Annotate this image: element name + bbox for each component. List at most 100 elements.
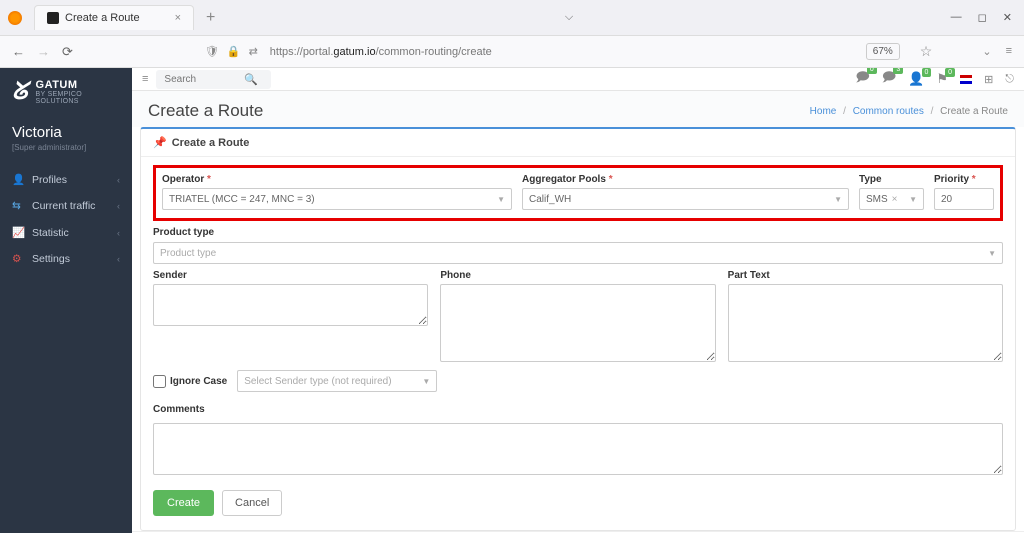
zoom-level[interactable]: 67% [866,43,900,60]
lock-icon[interactable]: 🔒 [227,45,241,58]
notif-4[interactable]: ⚑0 [936,71,948,87]
type-label: Type [859,174,924,185]
brand-logo-icon: ᘜ [12,78,28,106]
back-button[interactable]: ← [12,44,25,59]
user-name: Victoria [0,118,132,143]
pocket-icon[interactable]: ⌄ [982,45,991,58]
sidebar-item-label: Current traffic [32,200,95,212]
tabs-dropdown-icon[interactable]: ⌵ [565,11,573,24]
app-sidebar: ᘜ GATUM BY SEMPICO SOLUTIONS Victoria [S… [0,68,132,533]
hamburger-icon[interactable]: ≡ [142,73,148,85]
highlighted-fields: Operator * TRIATEL (MCC = 247, MNC = 3)▼… [153,165,1003,221]
profiles-icon: 👤 [12,173,24,186]
caret-down-icon: ▼ [909,195,917,204]
product-label: Product type [153,227,1003,238]
window-controls: — ◻ ✕ [951,11,1024,24]
reload-button[interactable]: ⟳ [62,44,73,60]
parttext-label: Part Text [728,270,1003,281]
comments-textarea[interactable] [153,423,1003,475]
type-select[interactable]: SMS×▼ [859,188,924,210]
settings-icon: ⚙ [12,253,24,265]
browser-tab-strip: Create a Route × + ⌵ — ◻ ✕ [0,0,1024,36]
product-select[interactable]: Product type▼ [153,242,1003,264]
forward-button[interactable]: → [37,44,50,59]
sidebar-item-label: Statistic [32,227,69,239]
pushpin-icon: 📌 [153,136,167,149]
shield-icon[interactable]: 🛡 [205,45,219,58]
sidebar-item-label: Settings [32,253,70,265]
brand-name: GATUM [36,79,120,91]
crumb-home[interactable]: Home [810,106,837,117]
bookmark-icon[interactable]: ☆ [920,43,933,60]
form-card: 📌 Create a Route Operator * TRIATEL (MCC… [140,127,1016,531]
chevron-left-icon: ‹ [117,254,120,264]
clear-type-icon[interactable]: × [892,194,898,205]
sidebar-item-traffic[interactable]: ⇆ Current traffic ‹ [0,193,132,219]
ignore-case-checkbox[interactable] [153,375,166,388]
sender-type-select[interactable]: Select Sender type (not required)▼ [237,370,437,392]
maximize-button[interactable]: ◻ [978,11,987,24]
minimize-button[interactable]: — [951,11,962,24]
close-window-button[interactable]: ✕ [1003,11,1012,24]
caret-down-icon: ▼ [497,195,505,204]
parttext-textarea[interactable] [728,284,1003,362]
apps-grid-icon[interactable]: ⊞ [984,73,993,86]
create-button[interactable]: Create [153,490,214,516]
ignore-case-label[interactable]: Ignore Case [153,375,227,388]
phone-textarea[interactable] [440,284,715,362]
language-flag-icon[interactable] [960,75,972,84]
url-security-icons: 🛡 🔒 ⇄ [205,45,258,58]
favicon-icon [47,12,59,24]
search-icon[interactable]: 🔍 [244,73,258,86]
sidebar-item-settings[interactable]: ⚙ Settings ‹ [0,246,132,272]
phone-label: Phone [440,270,715,281]
sidebar-item-profiles[interactable]: 👤 Profiles ‹ [0,166,132,193]
chevron-left-icon: ‹ [117,201,120,211]
crumb-current: Create a Route [940,106,1008,117]
menu-icon[interactable]: ≡ [1006,45,1012,58]
traffic-icon: ⇆ [12,200,24,212]
user-role: [Super administrator] [0,143,132,166]
card-header: 📌 Create a Route [141,129,1015,157]
pool-select[interactable]: Calif_WH▼ [522,188,849,210]
tab-title: Create a Route [65,12,140,24]
notif-2[interactable]: 🗩3 [882,68,896,90]
operator-label: Operator [162,174,204,185]
permissions-icon[interactable]: ⇄ [249,45,258,58]
brand-block: ᘜ GATUM BY SEMPICO SOLUTIONS [0,78,132,118]
notif-3[interactable]: 👤0 [908,71,924,87]
brand-subtitle: BY SEMPICO SOLUTIONS [36,91,120,105]
chevron-left-icon: ‹ [117,175,120,185]
page-title: Create a Route [148,101,263,121]
notif-1[interactable]: 🗩0 [855,68,869,90]
stat-icon: 📈 [12,226,24,239]
close-tab-icon[interactable]: × [175,12,181,24]
card-title: Create a Route [172,137,250,149]
sender-label: Sender [153,270,428,281]
search-box[interactable]: 🔍 [156,70,271,89]
caret-down-icon: ▼ [988,249,996,258]
address-bar[interactable]: https://portal.gatum.io/common-routing/c… [270,46,492,58]
sender-textarea[interactable] [153,284,428,326]
new-tab-button[interactable]: + [206,9,215,27]
page-header: Create a Route Home / Common routes / Cr… [132,91,1024,127]
browser-toolbar: ← → ⟳ 🛡 🔒 ⇄ https://portal.gatum.io/comm… [0,36,1024,68]
sidebar-item-label: Profiles [32,174,67,186]
priority-input[interactable] [934,188,994,210]
operator-select[interactable]: TRIATEL (MCC = 247, MNC = 3)▼ [162,188,512,210]
logout-icon[interactable]: ⎋ [1005,73,1014,86]
priority-label: Priority [934,174,969,185]
crumb-routes[interactable]: Common routes [853,106,924,117]
comments-label: Comments [153,404,1003,415]
caret-down-icon: ▼ [834,195,842,204]
caret-down-icon: ▼ [422,377,430,386]
firefox-icon [8,11,22,25]
app-topbar: ≡ 🔍 🗩0 🗩3 👤0 ⚑0 ⊞ ⎋ [132,68,1024,91]
pool-label: Aggregator Pools [522,174,606,185]
search-input[interactable] [164,74,244,85]
sidebar-item-statistic[interactable]: 📈 Statistic ‹ [0,219,132,246]
cancel-button[interactable]: Cancel [222,490,282,516]
chevron-left-icon: ‹ [117,228,120,238]
browser-tab[interactable]: Create a Route × [34,5,194,30]
breadcrumb: Home / Common routes / Create a Route [810,106,1008,117]
